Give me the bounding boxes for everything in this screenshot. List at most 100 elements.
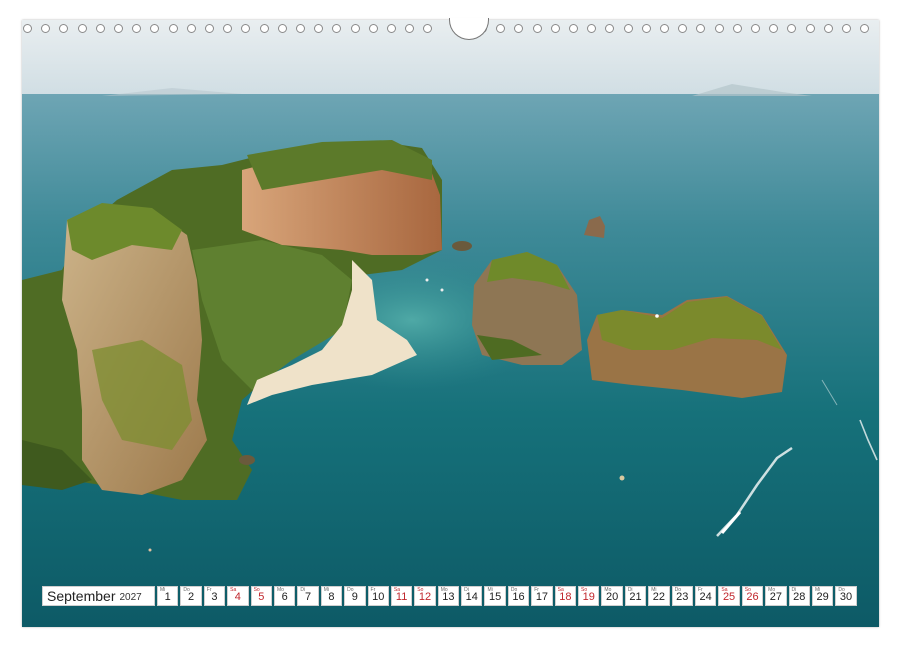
day-cell: Do 2 xyxy=(180,586,202,606)
day-cell: Sa 25 xyxy=(718,586,740,606)
day-number: 1 xyxy=(164,591,171,603)
day-number: 26 xyxy=(746,591,759,603)
spiral-binding xyxy=(20,18,880,40)
calendar-page: September 2027 Mi 1 Do 2 Fr 3 Sa 4 So 5 Mo 6 Di 7 Mi 8 D… xyxy=(0,0,899,648)
day-cell: Do 16 xyxy=(507,586,530,606)
binding-ring xyxy=(532,24,542,33)
day-number: 23 xyxy=(676,591,689,603)
day-cell: Mi 22 xyxy=(648,586,670,606)
day-number: 19 xyxy=(582,591,595,603)
binding-ring xyxy=(150,24,160,33)
binding-ring xyxy=(696,24,706,33)
shore-rock xyxy=(239,455,255,465)
binding-ring xyxy=(296,24,305,33)
day-cell: Do 9 xyxy=(344,586,366,606)
day-cell: Sa 4 xyxy=(227,586,249,606)
day-number: 6 xyxy=(281,591,288,603)
month-label: September 2027 xyxy=(42,586,155,606)
binding-ring xyxy=(259,24,269,33)
day-cell: So 5 xyxy=(250,586,272,606)
landscape-photo xyxy=(22,20,879,627)
binding-ring xyxy=(95,24,105,33)
day-number: 10 xyxy=(372,591,385,603)
binding-ring xyxy=(623,24,633,33)
day-cell: Mi 15 xyxy=(484,586,506,606)
day-number: 12 xyxy=(418,591,432,603)
binding-ring xyxy=(714,24,724,33)
binding-ring xyxy=(186,24,196,33)
month-name: September xyxy=(47,588,116,604)
binding-ring xyxy=(41,24,51,33)
binding-ring xyxy=(860,24,870,33)
day-cell: Sa 11 xyxy=(390,586,413,606)
day-cell: Mo 20 xyxy=(601,586,623,606)
day-number: 11 xyxy=(395,591,408,603)
day-number: 30 xyxy=(839,591,853,603)
day-number: 15 xyxy=(489,591,502,603)
binding-ring xyxy=(77,24,87,33)
binding-ring xyxy=(605,24,615,33)
day-cell: Sa 18 xyxy=(554,586,577,606)
binding-ring xyxy=(114,24,123,33)
day-cell: So 26 xyxy=(741,586,764,606)
binding-ring xyxy=(842,24,851,33)
day-number: 2 xyxy=(188,591,195,603)
boat xyxy=(440,288,444,292)
day-number: 25 xyxy=(722,591,736,603)
day-cell: So 12 xyxy=(414,586,436,606)
binding-ring xyxy=(314,24,324,33)
binding-ring xyxy=(132,24,142,33)
binding-ring xyxy=(387,24,396,33)
shore-rock xyxy=(452,241,472,251)
binding-ring xyxy=(550,24,560,33)
binding-ring xyxy=(405,24,415,33)
binding-ring xyxy=(205,24,214,33)
binding-ring xyxy=(23,24,32,33)
day-number: 4 xyxy=(234,591,241,603)
binding-ring xyxy=(678,24,688,33)
day-cell: So 19 xyxy=(578,586,600,606)
day-cell: Mo 6 xyxy=(273,586,296,606)
binding-ring xyxy=(805,24,815,33)
day-number: 27 xyxy=(769,591,782,603)
day-cell: Fr 17 xyxy=(531,586,553,606)
binding-ring xyxy=(751,24,760,33)
hanger-notch xyxy=(449,18,489,40)
day-number: 16 xyxy=(512,591,525,603)
day-number: 5 xyxy=(258,591,265,603)
binding-ring xyxy=(59,24,69,33)
day-cell: Do 30 xyxy=(835,586,857,606)
day-number: 29 xyxy=(816,591,829,603)
day-number: 3 xyxy=(211,591,218,603)
binding-ring xyxy=(223,24,233,33)
day-cell: Di 7 xyxy=(297,586,319,606)
day-number: 24 xyxy=(699,591,712,603)
binding-ring xyxy=(787,24,797,33)
binding-ring xyxy=(496,24,506,33)
binding-ring xyxy=(587,24,597,33)
day-cell: Di 14 xyxy=(461,586,483,606)
day-cell: Di 21 xyxy=(624,586,647,606)
day-number: 22 xyxy=(652,591,666,603)
day-number: 17 xyxy=(535,591,549,603)
day-cell: Mi 29 xyxy=(811,586,834,606)
day-number: 21 xyxy=(629,591,642,603)
binding-ring xyxy=(769,24,779,33)
boat xyxy=(655,314,659,318)
day-cell: Fr 3 xyxy=(203,586,226,606)
binding-ring xyxy=(350,24,360,33)
day-number: 14 xyxy=(465,591,478,603)
binding-ring xyxy=(332,24,342,33)
binding-ring xyxy=(660,24,669,33)
day-number: 28 xyxy=(793,591,806,603)
boat xyxy=(425,278,429,282)
day-cell: Mi 8 xyxy=(320,586,343,606)
binding-ring xyxy=(569,24,578,33)
binding-ring xyxy=(368,24,378,33)
day-number: 9 xyxy=(351,591,358,603)
binding-ring xyxy=(641,24,651,33)
binding-ring xyxy=(168,24,178,33)
binding-ring xyxy=(423,24,433,33)
day-cell: Fr 24 xyxy=(694,586,717,606)
binding-ring xyxy=(241,24,251,33)
